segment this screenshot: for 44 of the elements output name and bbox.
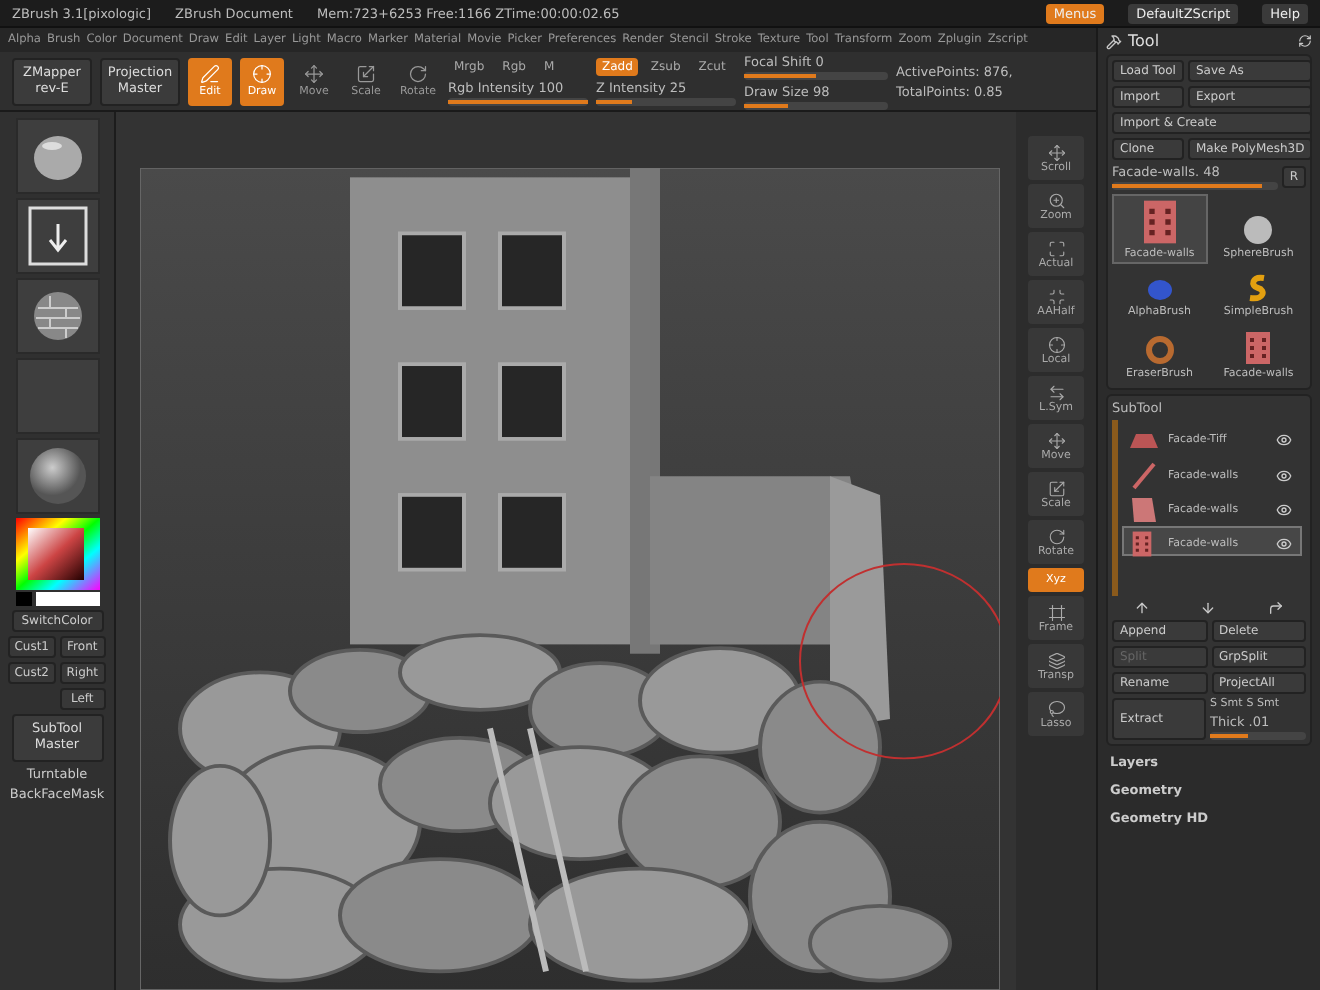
slider-track[interactable]: [1112, 182, 1278, 190]
ring-icon: [1143, 334, 1176, 366]
eye-icon[interactable]: [1276, 468, 1292, 484]
roof-tiles-icon: [1128, 429, 1160, 449]
lasso-icon: [1047, 699, 1065, 717]
layers-icon: [1047, 651, 1065, 669]
down-arrow-icon[interactable]: [1200, 600, 1217, 616]
building-icon: [1128, 530, 1156, 558]
symmetry-icon: [1047, 383, 1065, 401]
rotate-icon: [1047, 527, 1065, 545]
refresh-icon[interactable]: [1298, 34, 1312, 48]
scale-icon: [356, 64, 376, 84]
minimize-icon: [1047, 287, 1065, 305]
up-arrow-icon[interactable]: [1134, 600, 1151, 616]
shelf-thumbnail[interactable]: [15, 438, 99, 514]
slider-track[interactable]: [744, 101, 888, 109]
crosshair-icon: [252, 64, 272, 84]
brick-sphere-icon: [29, 288, 85, 344]
rotate-icon: [408, 64, 428, 84]
pen-icon: [200, 64, 220, 84]
eye-icon[interactable]: [1276, 431, 1292, 447]
shelf-thumbnail[interactable]: [15, 278, 99, 354]
slider-track[interactable]: [1210, 732, 1306, 740]
shelf-thumbnail[interactable]: [15, 198, 99, 274]
material-sphere-icon: [27, 446, 87, 506]
shelf-thumbnail[interactable]: [15, 118, 99, 194]
zoom-icon: [1047, 191, 1065, 209]
beam-icon: [1128, 462, 1160, 490]
slider-track[interactable]: [744, 71, 888, 79]
sphere-icon: [1242, 214, 1275, 246]
crosshair-icon: [1047, 335, 1065, 353]
move-icon: [304, 64, 324, 84]
move-icon: [1047, 431, 1065, 449]
wall-piece-icon: [1128, 496, 1160, 524]
scale-icon: [1047, 479, 1065, 497]
eye-icon[interactable]: [1276, 536, 1292, 552]
eye-icon[interactable]: [1276, 502, 1292, 518]
color-picker[interactable]: [15, 518, 99, 606]
hammer-icon: [1106, 33, 1122, 49]
panel-title: Tool: [1128, 32, 1160, 50]
corner-arrow-icon[interactable]: [1267, 600, 1284, 616]
frame-icon: [1047, 603, 1065, 621]
brush-cursor-icon: [799, 563, 1000, 760]
maximize-icon: [1047, 239, 1065, 257]
